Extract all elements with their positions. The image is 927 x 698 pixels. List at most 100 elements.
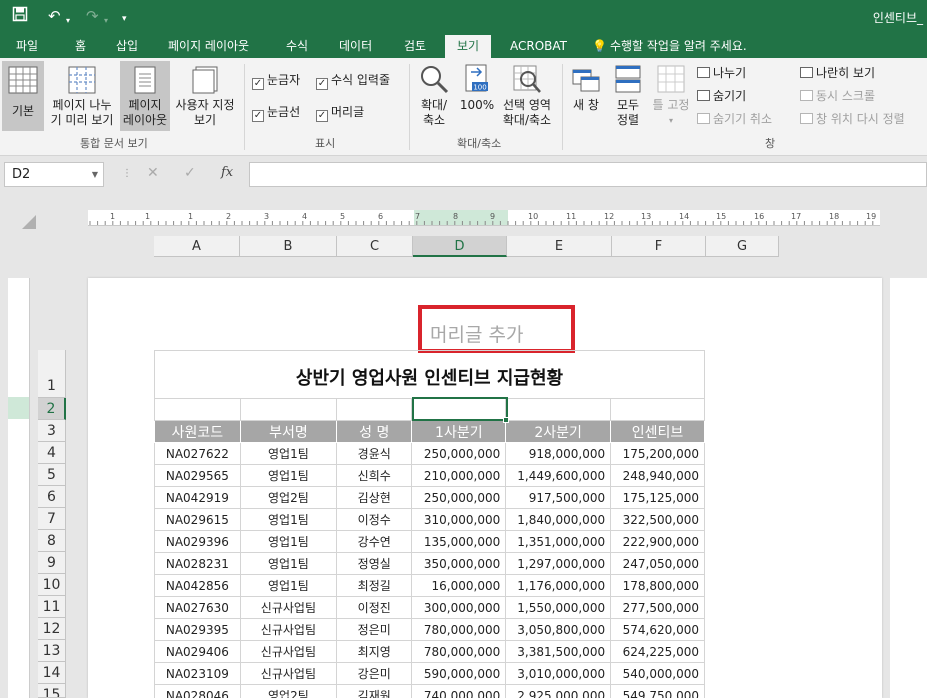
table-cell[interactable]: 277,500,000 xyxy=(610,596,705,619)
tab-review[interactable]: 검토 xyxy=(404,37,426,58)
normal-view-button[interactable]: 기본 xyxy=(6,66,40,119)
table-cell[interactable]: 222,900,000 xyxy=(610,530,705,553)
table-cell[interactable]: NA027622 xyxy=(154,442,241,465)
table-cell[interactable]: 210,000,000 xyxy=(411,464,507,487)
table-cell[interactable]: NA029615 xyxy=(154,508,241,531)
table-cell[interactable]: 917,500,000 xyxy=(505,486,612,509)
column-header-b[interactable]: B xyxy=(240,236,337,257)
cell[interactable] xyxy=(336,398,413,421)
table-cell[interactable]: 574,620,000 xyxy=(610,618,705,641)
table-cell[interactable]: 영업1팀 xyxy=(239,464,338,487)
header-cell[interactable]: 인센티브 xyxy=(610,420,705,443)
header-cell[interactable]: 2사분기 xyxy=(505,420,612,443)
table-cell[interactable]: 1,176,000,000 xyxy=(505,574,612,597)
row-header-8[interactable]: 8 xyxy=(38,530,66,552)
tab-acrobat[interactable]: ACROBAT xyxy=(510,37,567,58)
table-cell[interactable]: 300,000,000 xyxy=(411,596,507,619)
table-cell[interactable]: 250,000,000 xyxy=(411,442,507,465)
table-cell[interactable]: 250,000,000 xyxy=(411,486,507,509)
name-box[interactable]: D2 ▼ xyxy=(4,162,104,187)
table-cell[interactable]: 최정길 xyxy=(336,574,413,597)
table-cell[interactable]: 영업1팀 xyxy=(239,574,338,597)
chevron-down-icon[interactable]: ▼ xyxy=(92,163,98,186)
table-cell[interactable]: 신규사업팀 xyxy=(239,640,338,663)
row-header-3[interactable]: 3 xyxy=(38,420,66,442)
table-cell[interactable]: 강수연 xyxy=(336,530,413,553)
tab-insert[interactable]: 삽입 xyxy=(116,37,138,58)
undo-icon[interactable]: ↶ xyxy=(48,7,61,25)
table-cell[interactable]: 강은미 xyxy=(336,662,413,685)
table-cell[interactable]: NA029396 xyxy=(154,530,241,553)
freeze-panes-button[interactable]: 틀 고정 ▾ xyxy=(650,64,692,128)
table-cell[interactable]: 178,800,000 xyxy=(610,574,705,597)
table-cell[interactable]: 247,050,000 xyxy=(610,552,705,575)
table-cell[interactable]: 김재원 xyxy=(336,684,413,698)
table-cell[interactable]: 350,000,000 xyxy=(411,552,507,575)
table-cell[interactable]: 2,925,000,000 xyxy=(505,684,612,698)
tab-file[interactable]: 파일 xyxy=(16,37,38,58)
table-cell[interactable]: 최지영 xyxy=(336,640,413,663)
row-header-1[interactable]: 1 xyxy=(38,350,66,398)
tab-home[interactable]: 홈 xyxy=(75,37,86,58)
table-cell[interactable]: 175,200,000 xyxy=(610,442,705,465)
table-cell[interactable]: 248,940,000 xyxy=(610,464,705,487)
tell-me-box[interactable]: 💡 수행할 작업을 알려 주세요. xyxy=(592,37,747,58)
table-cell[interactable]: 이정진 xyxy=(336,596,413,619)
cell[interactable] xyxy=(154,398,241,421)
undo-dropdown-icon[interactable]: ▾ xyxy=(66,12,70,30)
column-header-e[interactable]: E xyxy=(507,236,612,257)
tab-page-layout[interactable]: 페이지 레이아웃 xyxy=(168,37,249,58)
table-cell[interactable]: 영업1팀 xyxy=(239,508,338,531)
row-header-13[interactable]: 13 xyxy=(38,640,66,662)
arrange-all-button[interactable]: 모두 정렬 xyxy=(610,64,646,128)
row-header-5[interactable]: 5 xyxy=(38,464,66,486)
table-cell[interactable]: NA029406 xyxy=(154,640,241,663)
table-cell[interactable]: 16,000,000 xyxy=(411,574,507,597)
split-button[interactable]: 나누기 xyxy=(697,66,746,80)
row-header-11[interactable]: 11 xyxy=(38,596,66,618)
unhide-button[interactable]: 숨기기 취소 xyxy=(697,112,772,126)
table-cell[interactable]: 1,840,000,000 xyxy=(505,508,612,531)
table-cell[interactable]: 3,381,500,000 xyxy=(505,640,612,663)
tab-view[interactable]: 보기 xyxy=(445,35,492,58)
table-cell[interactable]: 1,351,000,000 xyxy=(505,530,612,553)
redo-icon[interactable]: ↷ xyxy=(86,7,99,25)
table-cell[interactable]: NA042856 xyxy=(154,574,241,597)
customize-qat-icon[interactable]: ▾ xyxy=(122,10,127,28)
table-cell[interactable]: 918,000,000 xyxy=(505,442,612,465)
table-cell[interactable]: 624,225,000 xyxy=(610,640,705,663)
table-cell[interactable]: NA029395 xyxy=(154,618,241,641)
table-cell[interactable]: 780,000,000 xyxy=(411,640,507,663)
zoom-to-selection-button[interactable]: 선택 영역 확대/축소 xyxy=(498,64,556,128)
custom-views-button[interactable]: 사용자 지정 보기 xyxy=(172,66,238,128)
table-cell[interactable]: NA028231 xyxy=(154,552,241,575)
select-all-corner[interactable] xyxy=(22,215,36,229)
insert-function-icon[interactable]: fx xyxy=(221,165,233,180)
formula-input[interactable] xyxy=(249,162,927,187)
table-cell[interactable]: 경윤식 xyxy=(336,442,413,465)
cancel-icon[interactable]: ✕ xyxy=(147,165,159,181)
row-header-9[interactable]: 9 xyxy=(38,552,66,574)
save-icon[interactable] xyxy=(12,6,28,26)
table-cell[interactable]: 135,000,000 xyxy=(411,530,507,553)
page-break-preview-button[interactable]: 페이지 나누 기 미리 보기 xyxy=(48,66,116,128)
table-cell[interactable]: 이정수 xyxy=(336,508,413,531)
table-cell[interactable]: 영업2팀 xyxy=(239,684,338,698)
new-window-button[interactable]: 새 창 xyxy=(568,64,604,113)
fill-handle[interactable] xyxy=(503,417,509,423)
table-cell[interactable]: 175,125,000 xyxy=(610,486,705,509)
header-cell[interactable]: 부서명 xyxy=(239,420,338,443)
table-cell[interactable]: 정영실 xyxy=(336,552,413,575)
add-header-box[interactable]: 머리글 추가 xyxy=(418,305,575,353)
table-cell[interactable]: 신규사업팀 xyxy=(239,662,338,685)
table-cell[interactable]: NA028046 xyxy=(154,684,241,698)
header-cell[interactable]: 성 명 xyxy=(336,420,413,443)
table-cell[interactable]: NA029565 xyxy=(154,464,241,487)
table-cell[interactable]: 3,010,000,000 xyxy=(505,662,612,685)
page-layout-view-button[interactable]: 페이지 레이아웃 xyxy=(122,66,168,128)
table-cell[interactable]: 1,297,000,000 xyxy=(505,552,612,575)
row-header-12[interactable]: 12 xyxy=(38,618,66,640)
row-header-6[interactable]: 6 xyxy=(38,486,66,508)
cell[interactable] xyxy=(505,398,612,421)
row-header-10[interactable]: 10 xyxy=(38,574,66,596)
